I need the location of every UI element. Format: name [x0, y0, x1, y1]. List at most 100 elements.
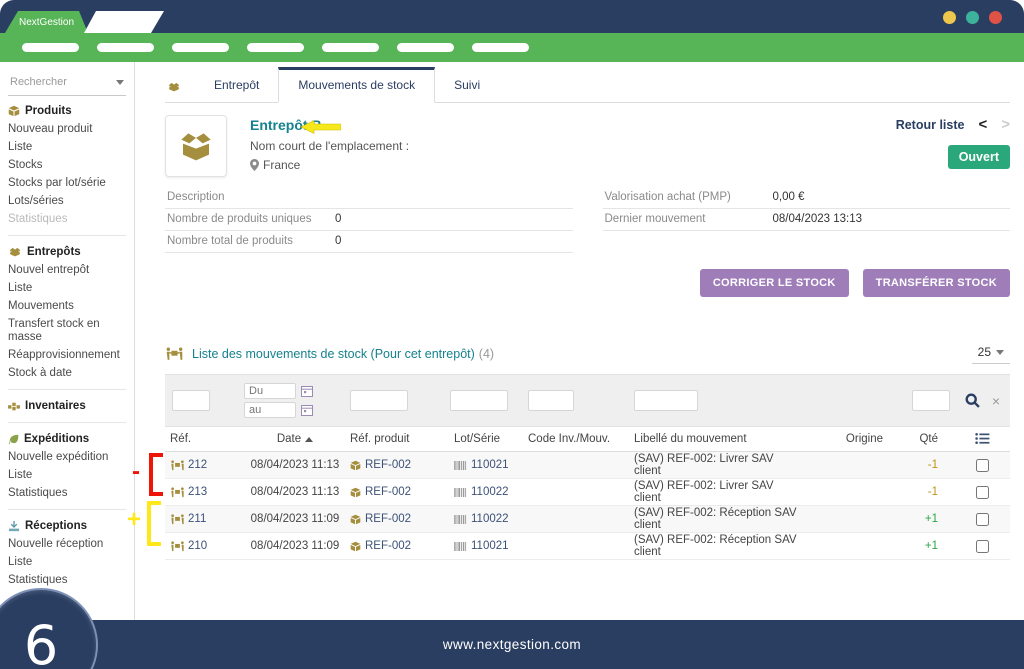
table-row[interactable]: 211 08/04/2023 11:09 REF-002 110022 (SAV…	[165, 506, 1010, 533]
correct-stock-button[interactable]: CORRIGER LE STOCK	[700, 269, 849, 297]
row-checkbox[interactable]	[976, 540, 989, 553]
nav-pill[interactable]	[22, 43, 79, 52]
sidebar-item[interactable]: Réapprovisionnement	[0, 346, 134, 364]
detail-row: Description	[165, 187, 573, 209]
status-badge[interactable]: Ouvert	[948, 145, 1010, 169]
nav-pill[interactable]	[172, 43, 229, 52]
detail-label: Nombre total de produits	[167, 235, 335, 248]
prev-chevron-icon[interactable]: <	[978, 119, 987, 131]
calendar-icon[interactable]	[301, 385, 313, 397]
product-ref-link[interactable]: REF-002	[365, 540, 411, 552]
tab-mouvements-de-stock[interactable]: Mouvements de stock	[278, 67, 435, 103]
window-dot[interactable]	[989, 11, 1002, 24]
sidebar-item[interactable]: Liste	[0, 138, 134, 156]
table-row[interactable]: 212 08/04/2023 11:13 REF-002 110021 (SAV…	[165, 452, 1010, 479]
nav-pill[interactable]	[397, 43, 454, 52]
search-icon[interactable]	[965, 393, 980, 408]
sidebar-item[interactable]: Nouvelle expédition	[0, 448, 134, 466]
nav-pill[interactable]	[247, 43, 304, 52]
table-row[interactable]: 210 08/04/2023 11:09 REF-002 110021 (SAV…	[165, 533, 1010, 560]
filter-code-input[interactable]	[528, 390, 574, 411]
col-code[interactable]: Code Inv./Mouv.	[526, 433, 614, 445]
col-product[interactable]: Réf. produit	[348, 433, 448, 445]
sidebar-item[interactable]: Stocks par lot/série	[0, 174, 134, 192]
sidebar-section-2[interactable]: Inventaires	[0, 397, 134, 415]
sidebar-item[interactable]: Liste	[0, 466, 134, 484]
sidebar-item[interactable]: Liste	[0, 279, 134, 297]
row-checkbox[interactable]	[976, 513, 989, 526]
back-to-list-link[interactable]: Retour liste	[896, 118, 965, 132]
filter-date-from-input[interactable]	[244, 383, 296, 399]
sidebar-item[interactable]: Lots/séries	[0, 192, 134, 210]
sidebar-item[interactable]: Statistiques	[0, 571, 134, 589]
filter-ref-input[interactable]	[172, 390, 210, 411]
col-origin[interactable]: Origine	[804, 433, 899, 445]
detail-row: Nombre total de produits0	[165, 231, 573, 253]
warehouse-icon	[167, 81, 181, 93]
sidebar-item[interactable]: Stock à date	[0, 364, 134, 382]
filter-qty-input[interactable]	[912, 390, 950, 411]
search-input[interactable]: Rechercher	[8, 72, 126, 96]
movement-label: (SAV) REF-002: Réception SAV client	[614, 534, 804, 558]
sidebar-section-4[interactable]: Réceptions	[0, 517, 134, 535]
movement-label: (SAV) REF-002: Livrer SAV client	[614, 480, 804, 504]
filter-product-input[interactable]	[350, 390, 408, 411]
window-dot[interactable]	[943, 11, 956, 24]
tab-suivi[interactable]: Suivi	[435, 68, 499, 102]
next-chevron-icon[interactable]: >	[1001, 119, 1010, 131]
clear-filters-icon[interactable]: ×	[992, 393, 1000, 409]
movement-ref-link[interactable]: 213	[188, 486, 207, 498]
filter-lot-input[interactable]	[450, 390, 508, 411]
lot-serial-link[interactable]: 110022	[471, 486, 509, 498]
nav-pill[interactable]	[472, 43, 529, 52]
col-date[interactable]: Date	[242, 433, 348, 445]
row-checkbox[interactable]	[976, 459, 989, 472]
lot-serial-link[interactable]: 110021	[471, 540, 509, 552]
sidebar-item[interactable]: Statistiques	[0, 210, 134, 228]
nav-pill[interactable]	[322, 43, 379, 52]
col-ref[interactable]: Réf.	[165, 433, 242, 445]
table-row[interactable]: 213 08/04/2023 11:13 REF-002 110022 (SAV…	[165, 479, 1010, 506]
col-qty[interactable]: Qté	[899, 433, 954, 445]
sidebar-item[interactable]: Nouveau produit	[0, 120, 134, 138]
window-dot[interactable]	[966, 11, 979, 24]
page-size-select[interactable]: 25	[972, 343, 1010, 364]
sidebar-section-title: Réceptions	[25, 520, 87, 532]
col-lot[interactable]: Lot/Série	[448, 433, 526, 445]
col-label[interactable]: Libellé du mouvement	[614, 433, 804, 445]
sidebar-item[interactable]: Mouvements	[0, 297, 134, 315]
row-checkbox[interactable]	[976, 486, 989, 499]
movement-ref-link[interactable]: 212	[188, 459, 207, 471]
sidebar-section-title: Produits	[25, 105, 72, 117]
column-settings-icon[interactable]	[975, 432, 990, 445]
nav-pill[interactable]	[97, 43, 154, 52]
chevron-down-icon	[996, 350, 1004, 355]
products-icon	[8, 105, 20, 117]
sidebar-item[interactable]: Transfert stock en masse	[0, 315, 134, 346]
filter-date-to-input[interactable]	[244, 402, 296, 418]
product-box-icon	[350, 460, 361, 471]
product-ref-link[interactable]: REF-002	[365, 513, 411, 525]
divider	[8, 509, 126, 510]
sidebar-item[interactable]: Statistiques	[0, 484, 134, 502]
product-ref-link[interactable]: REF-002	[365, 486, 411, 498]
lot-serial-link[interactable]: 110022	[471, 513, 509, 525]
barcode-icon	[454, 515, 467, 524]
filter-label-input[interactable]	[634, 390, 698, 411]
sidebar-section-3[interactable]: Expéditions	[0, 430, 134, 448]
transfer-stock-button[interactable]: TRANSFÉRER STOCK	[863, 269, 1010, 297]
lot-serial-link[interactable]: 110021	[471, 459, 509, 471]
sidebar-section-0[interactable]: Produits	[0, 102, 134, 120]
product-ref-link[interactable]: REF-002	[365, 459, 411, 471]
sidebar-item[interactable]: Nouvel entrepôt	[0, 261, 134, 279]
barcode-icon	[454, 461, 467, 470]
sidebar-item[interactable]: Stocks	[0, 156, 134, 174]
movement-ref-link[interactable]: 210	[188, 540, 207, 552]
calendar-icon[interactable]	[301, 404, 313, 416]
sidebar-section-1[interactable]: Entrepôts	[0, 243, 134, 261]
movement-ref-link[interactable]: 211	[188, 513, 206, 525]
sidebar-item[interactable]: Liste	[0, 553, 134, 571]
tab-entrepot[interactable]: Entrepôt	[195, 68, 278, 102]
search-placeholder: Rechercher	[10, 76, 67, 88]
sidebar-item[interactable]: Nouvelle réception	[0, 535, 134, 553]
